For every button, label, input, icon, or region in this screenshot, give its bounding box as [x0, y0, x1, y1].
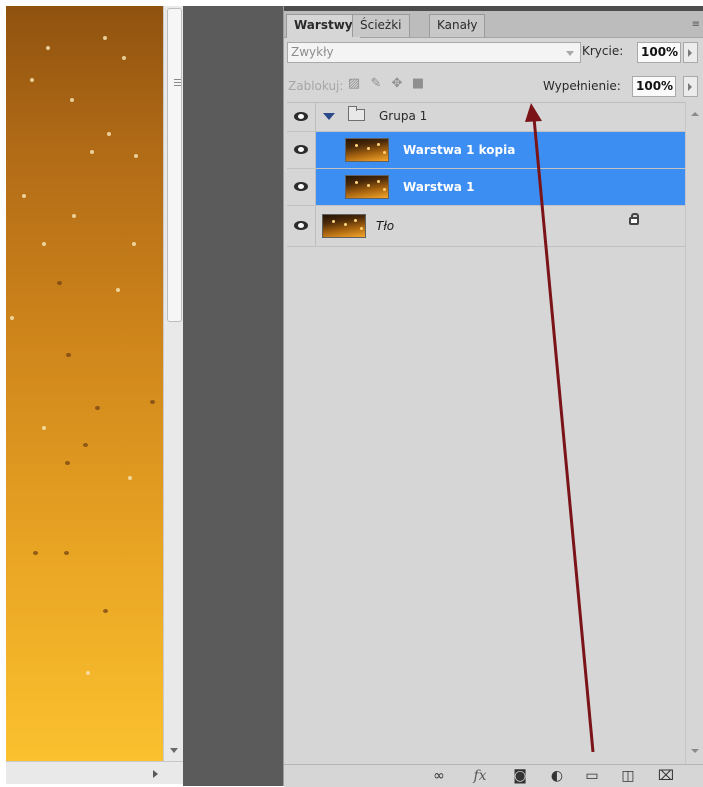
canvas-vertical-scrollbar[interactable] — [163, 6, 184, 761]
eye-icon — [294, 221, 308, 230]
scroll-down-arrow-icon[interactable] — [170, 748, 178, 753]
scrollbar-thumb[interactable] — [167, 8, 182, 322]
lock-all-icon[interactable]: ■ — [410, 76, 426, 92]
link-layers-icon[interactable]: ∞ — [428, 767, 450, 785]
opacity-slider-button[interactable] — [683, 42, 698, 63]
tab-layers[interactable]: Warstwy — [286, 14, 361, 38]
tab-channels[interactable]: Kanały — [429, 14, 486, 37]
layer-mask-icon[interactable]: ◙ — [510, 767, 530, 785]
eye-icon — [294, 145, 308, 154]
layer-row-selected[interactable]: Warstwa 1 — [287, 169, 685, 206]
layer-name: Tło — [376, 219, 395, 233]
scroll-right-arrow-icon[interactable] — [153, 770, 158, 778]
layer-name: Warstwa 1 kopia — [403, 143, 516, 157]
visibility-toggle[interactable] — [287, 169, 316, 205]
layer-name: Warstwa 1 — [403, 180, 475, 194]
layers-panel: Warstwy Ścieżki Kanały ≡ Zwykły Krycie: … — [283, 6, 703, 787]
tab-paths[interactable]: Ścieżki — [352, 14, 410, 37]
eye-icon — [294, 112, 308, 121]
new-layer-icon[interactable]: ◫ — [618, 767, 638, 785]
lock-icon — [629, 213, 639, 225]
scroll-down-arrow-icon[interactable] — [691, 749, 699, 753]
blend-mode-value: Zwykły — [291, 45, 334, 59]
document-canvas[interactable] — [6, 6, 163, 761]
new-group-icon[interactable]: ▭ — [582, 767, 602, 785]
layer-row-group[interactable]: Grupa 1 — [287, 103, 685, 132]
opacity-field[interactable]: 100% — [637, 42, 681, 63]
layers-bottom-toolbar: ∞ fx ◙ ◐ ▭ ◫ ⌧ — [284, 764, 703, 787]
layer-row-selected[interactable]: Warstwa 1 kopia — [287, 132, 685, 169]
folder-icon — [348, 106, 365, 121]
canvas-horizontal-scrollbar[interactable] — [6, 761, 183, 784]
visibility-toggle[interactable] — [287, 132, 316, 168]
chevron-down-icon — [566, 51, 574, 56]
trash-icon[interactable]: ⌧ — [656, 767, 676, 785]
layer-name: Grupa 1 — [379, 109, 428, 123]
workspace-gutter — [183, 6, 283, 786]
layer-thumbnail — [322, 214, 366, 238]
layer-row-background[interactable]: Tło — [287, 206, 685, 247]
layers-list: Grupa 1 Warstwa 1 kopia Warstwa 1 Tło — [287, 102, 685, 753]
adjustment-layer-icon[interactable]: ◐ — [546, 767, 568, 785]
panel-tab-bar: Warstwy Ścieżki Kanały ≡ — [284, 6, 703, 38]
grip-icon — [174, 79, 181, 88]
fill-label: Wypełnienie: — [543, 79, 621, 93]
layers-scrollbar[interactable] — [685, 102, 703, 764]
blend-mode-select[interactable]: Zwykły — [287, 42, 581, 63]
panel-menu-icon[interactable]: ≡ — [692, 19, 700, 30]
panel-title-strip — [284, 6, 703, 11]
visibility-toggle[interactable] — [287, 206, 316, 246]
expand-triangle-icon[interactable] — [323, 113, 335, 120]
lock-pixels-brush-icon[interactable]: ✎ — [368, 76, 384, 92]
fx-icon[interactable]: fx — [468, 767, 492, 785]
scroll-up-arrow-icon[interactable] — [691, 112, 699, 116]
lock-transparency-icon[interactable]: ▨ — [346, 76, 362, 92]
opacity-label: Krycie: — [582, 44, 624, 58]
lock-position-move-icon[interactable]: ✥ — [389, 76, 405, 92]
layer-thumbnail — [345, 138, 389, 162]
lock-label: Zablokuj: — [288, 79, 344, 93]
visibility-toggle[interactable] — [287, 103, 316, 131]
fill-field[interactable]: 100% — [632, 76, 676, 97]
layer-thumbnail — [345, 175, 389, 199]
fill-slider-button[interactable] — [683, 76, 698, 97]
eye-icon — [294, 182, 308, 191]
